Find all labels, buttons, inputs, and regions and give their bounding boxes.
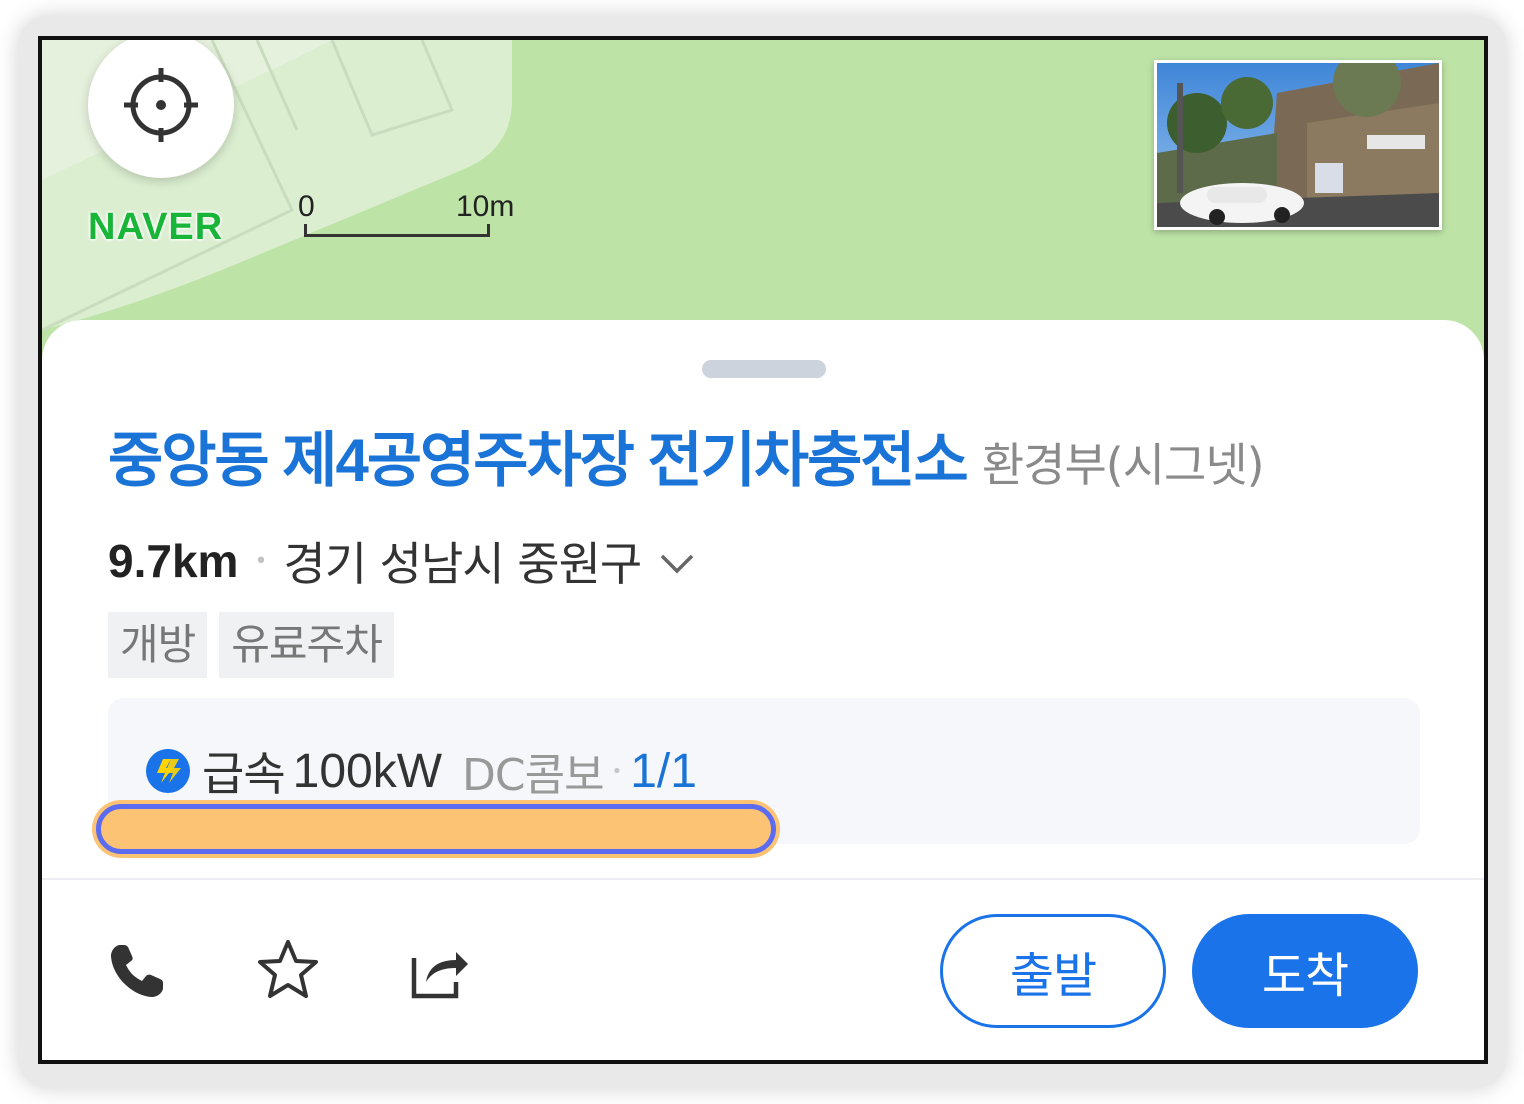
- depart-button[interactable]: 출발: [940, 914, 1166, 1028]
- distance-label: 9.7km: [108, 535, 239, 587]
- map-view[interactable]: NAVER 0 10m: [42, 40, 1484, 360]
- phone-icon[interactable]: [108, 942, 166, 1000]
- tag-list: 개방 유료주차: [108, 612, 394, 678]
- charger-type: 급속: [202, 747, 286, 801]
- naver-logo: NAVER: [88, 206, 224, 248]
- arrive-button[interactable]: 도착: [1192, 914, 1418, 1028]
- chevron-down-icon[interactable]: [659, 553, 695, 575]
- crosshair-icon: [124, 68, 198, 142]
- star-icon[interactable]: [256, 938, 320, 1002]
- fast-charge-bolt-icon: [146, 749, 190, 793]
- separator-dot: •: [254, 548, 268, 574]
- scale-end-label: 10m: [456, 190, 515, 223]
- street-view-thumbnail[interactable]: [1154, 60, 1442, 230]
- scale-start-label: 0: [298, 190, 315, 223]
- place-info-row: 9.7km • 경기 성남시 중원구: [108, 528, 695, 594]
- place-name[interactable]: 중앙동 제4공영주차장 전기차충전소: [108, 427, 969, 494]
- place-bottom-sheet: 중앙동 제4공영주차장 전기차충전소 환경부(시그넷) 9.7km • 경기 성…: [42, 320, 1484, 1060]
- drag-handle[interactable]: [702, 360, 826, 378]
- scale-bar: [304, 224, 490, 237]
- app-window: NAVER 0 10m 중앙동 제4공영주차장 전기차충전소 환경부(시그넷) …: [38, 36, 1488, 1064]
- address-label[interactable]: 경기 성남시 중원구: [283, 528, 642, 594]
- locate-button[interactable]: [88, 40, 234, 178]
- share-icon[interactable]: [410, 944, 470, 1000]
- highlight-marker: [96, 804, 776, 854]
- charger-row: 급속 100kW DC콤보 • 1/1: [146, 738, 697, 804]
- street-photo: [1157, 63, 1439, 227]
- divider: [42, 878, 1484, 880]
- charger-power: 100kW: [292, 744, 443, 798]
- tag-paid-parking: 유료주차: [219, 612, 394, 678]
- charger-availability: 1/1: [630, 744, 697, 798]
- place-title-row: 중앙동 제4공영주차장 전기차충전소 환경부(시그넷): [108, 412, 1265, 499]
- separator-dot: •: [611, 760, 623, 782]
- charger-connector: DC콤보: [462, 750, 605, 801]
- place-category: 환경부(시그넷): [981, 438, 1265, 492]
- tag-open: 개방: [108, 612, 208, 678]
